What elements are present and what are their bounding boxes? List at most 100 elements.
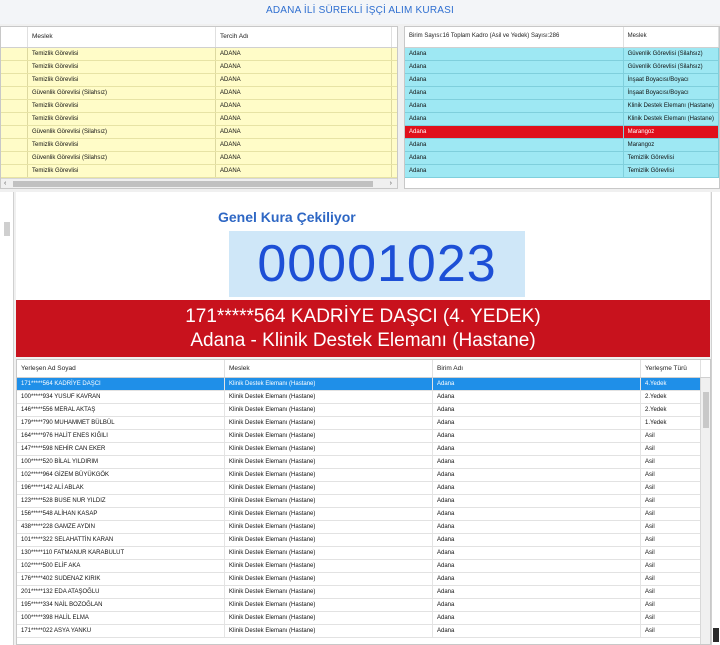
right-grid-header-meslek[interactable]: Meslek [624, 27, 719, 47]
result-row[interactable]: 179*****790 MUHAMMET BÜLBÜL Klinik Destek… [17, 417, 710, 430]
result-row-cell: 102*****964 GİZEM BÜYÜKGÖK [17, 469, 225, 481]
result-row[interactable]: 130*****110 FATMANUR KARABULUT Klinik Des… [17, 547, 710, 560]
result-row[interactable]: 164*****976 HALİT ENES KIĞILI Klinik Dest… [17, 430, 710, 443]
left-strip-thumb[interactable] [4, 222, 10, 236]
draw-status-label: Genel Kura Çekiliyor [218, 209, 356, 225]
left-grid-row-cell [1, 139, 28, 151]
left-grid-header-meslek[interactable]: Meslek [28, 27, 216, 47]
right-grid-row[interactable]: Adana Güvenlik Görevlisi (Silahsız) [405, 48, 719, 61]
result-row[interactable]: 147*****598 NEHİR CAN EKER Klinik Destek … [17, 443, 710, 456]
result-row[interactable]: 101*****322 SELAHATTİN KARAN Klinik Deste… [17, 534, 710, 547]
right-grid-row[interactable]: Adana Temizlik Görevlisi [405, 152, 719, 165]
left-grid-row-cell: Temizlik Görevlisi [28, 100, 216, 112]
result-row-cell: Adana [433, 612, 641, 624]
left-grid-row-cell: ADANA [216, 165, 392, 177]
left-grid-row-cell [1, 126, 28, 138]
right-grid-row-cell: Temizlik Görevlisi [624, 165, 719, 177]
right-grid-row[interactable]: Adana Klinik Destek Elemanı (Hastane) [405, 100, 719, 113]
results-header-name[interactable]: Yerleşen Ad Soyad [17, 360, 225, 377]
left-grid-row[interactable]: Güvenlik Görevlisi (Silahsız) ADANA [1, 87, 397, 100]
right-grid-row-cell: Adana [405, 152, 624, 164]
left-grid-row[interactable]: Temizlik Görevlisi ADANA [1, 139, 397, 152]
counter-box: 00001023 [229, 231, 525, 297]
result-row-cell: Klinik Destek Elemanı (Hastane) [225, 469, 433, 481]
result-row[interactable]: 102*****500 ELİF AKA Klinik Destek Eleman… [17, 560, 710, 573]
right-grid-row[interactable]: Adana Güvenlik Görevlisi (Silahsız) [405, 61, 719, 74]
left-grid-row[interactable]: Temizlik Görevlisi ADANA [1, 100, 397, 113]
result-row[interactable]: 201*****132 EDA ATAŞOĞLU Klinik Destek El… [17, 586, 710, 599]
right-grid-header-birim[interactable]: Birim Sayısı:16 Toplam Kadro (Asil ve Ye… [405, 27, 624, 47]
result-row[interactable]: 100*****934 YUSUF KAVRAN Klinik Destek El… [17, 391, 710, 404]
left-grid-row[interactable]: Güvenlik Görevlisi (Silahsız) ADANA [1, 126, 397, 139]
left-scroll-strip[interactable] [0, 192, 14, 645]
left-grid-row-cell: Güvenlik Görevlisi (Silahsız) [28, 87, 216, 99]
result-row-cell: Klinik Destek Elemanı (Hastane) [225, 508, 433, 520]
result-row-cell: 102*****500 ELİF AKA [17, 560, 225, 572]
left-grid-row-cell: Güvenlik Görevlisi (Silahsız) [28, 126, 216, 138]
scroll-right-icon[interactable]: › [390, 179, 392, 188]
right-grid-row[interactable]: Adana Marangoz [405, 126, 719, 139]
right-scroll-strip[interactable] [711, 192, 720, 645]
result-row[interactable]: 171*****564 KADRİYE DAŞCI Klinik Destek E… [17, 378, 710, 391]
right-grid-row[interactable]: Adana Marangoz [405, 139, 719, 152]
left-grid-row[interactable]: Temizlik Görevlisi ADANA [1, 74, 397, 87]
left-grid-row[interactable]: Temizlik Görevlisi ADANA [1, 61, 397, 74]
left-grid-row-cell: ADANA [216, 152, 392, 164]
right-grid-row-cell: Güvenlik Görevlisi (Silahsız) [624, 61, 719, 73]
right-grid-row-cell: Adana [405, 113, 624, 125]
result-row-cell: 195*****334 NAİL BOZOĞLAN [17, 599, 225, 611]
right-grid[interactable]: Birim Sayısı:16 Toplam Kadro (Asil ve Ye… [404, 26, 720, 189]
result-row[interactable]: 156*****548 ALİHAN KASAP Klinik Destek El… [17, 508, 710, 521]
right-grid-row[interactable]: Adana İnşaat Boyacısı/Boyacı [405, 74, 719, 87]
result-row-cell: Asil [641, 625, 701, 637]
result-row[interactable]: 123*****528 BUSE NUR YILDIZ Klinik Destek… [17, 495, 710, 508]
right-grid-row[interactable]: Adana Temizlik Görevlisi [405, 165, 719, 178]
corner-marker [713, 628, 719, 642]
left-grid-header-0[interactable] [1, 27, 28, 47]
left-grid-row[interactable]: Temizlik Görevlisi ADANA [1, 113, 397, 126]
result-row[interactable]: 176*****402 SUDENAZ KIRIK Klinik Destek E… [17, 573, 710, 586]
result-row[interactable]: 100*****398 HALİL ELMA Klinik Destek Elem… [17, 612, 710, 625]
results-grid[interactable]: Yerleşen Ad Soyad Meslek Birim Adı Yerle… [16, 359, 711, 645]
result-row[interactable]: 438*****228 GAMZE AYDIN Klinik Destek Ele… [17, 521, 710, 534]
right-grid-row[interactable]: Adana İnşaat Boyacısı/Boyacı [405, 87, 719, 100]
left-grid-row-cell: ADANA [216, 100, 392, 112]
left-grid-hscroll-thumb[interactable] [13, 181, 373, 187]
result-row[interactable]: 196*****142 ALİ ABLAK Klinik Destek Elema… [17, 482, 710, 495]
left-grid-row[interactable]: Güvenlik Görevlisi (Silahsız) ADANA [1, 152, 397, 165]
left-grid-row-cell: ADANA [216, 61, 392, 73]
left-grid-header-tercih[interactable]: Tercih Adı [216, 27, 392, 47]
result-row[interactable]: 171*****022 ASYA YANKU Klinik Destek Elem… [17, 625, 710, 638]
left-grid-row-cell: ADANA [216, 113, 392, 125]
left-grid-hscrollbar[interactable]: ‹ › [1, 178, 397, 188]
result-row-cell: Adana [433, 391, 641, 403]
result-row-cell: Klinik Destek Elemanı (Hastane) [225, 599, 433, 611]
scroll-left-icon[interactable]: ‹ [4, 179, 6, 188]
left-grid-row-cell: ADANA [216, 74, 392, 86]
results-header-birim[interactable]: Birim Adı [433, 360, 641, 377]
results-header-meslek[interactable]: Meslek [225, 360, 433, 377]
result-row-cell: Klinik Destek Elemanı (Hastane) [225, 430, 433, 442]
result-row-cell: Adana [433, 534, 641, 546]
right-grid-row-cell: Adana [405, 74, 624, 86]
right-grid-row[interactable]: Adana Klinik Destek Elemanı (Hastane) [405, 113, 719, 126]
result-row[interactable]: 195*****334 NAİL BOZOĞLAN Klinik Destek E… [17, 599, 710, 612]
result-row-cell: Klinik Destek Elemanı (Hastane) [225, 534, 433, 546]
left-grid-row-cell: ADANA [216, 126, 392, 138]
result-row[interactable]: 100*****520 BİLAL YILDIRIM Klinik Destek … [17, 456, 710, 469]
result-row-cell: 2.Yedek [641, 391, 701, 403]
left-grid-row-cell: ADANA [216, 87, 392, 99]
result-row-cell: 171*****564 KADRİYE DAŞCI [17, 378, 225, 390]
results-vscroll-thumb[interactable] [703, 392, 709, 428]
result-row[interactable]: 102*****964 GİZEM BÜYÜKGÖK Klinik Destek … [17, 469, 710, 482]
result-row-cell: Adana [433, 378, 641, 390]
left-grid-row[interactable]: Temizlik Görevlisi ADANA [1, 165, 397, 178]
results-header-type[interactable]: Yerleşme Türü [641, 360, 701, 377]
results-vscrollbar[interactable] [700, 378, 710, 644]
left-grid-row[interactable]: Temizlik Görevlisi ADANA [1, 48, 397, 61]
result-row[interactable]: 146*****556 MERAL AKTAŞ Klinik Destek Ele… [17, 404, 710, 417]
result-row-cell: 100*****934 YUSUF KAVRAN [17, 391, 225, 403]
right-grid-row-cell: Temizlik Görevlisi [624, 152, 719, 164]
left-grid[interactable]: Meslek Tercih Adı Temizlik Görevlisi ADAN… [0, 26, 398, 189]
result-row-cell: 164*****976 HALİT ENES KIĞILI [17, 430, 225, 442]
